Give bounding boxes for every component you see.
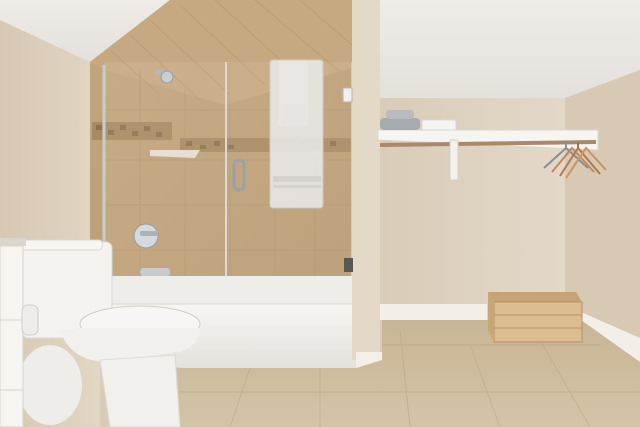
towel-icon	[269, 59, 324, 209]
ceiling-right	[380, 0, 640, 98]
light-switch-icon	[342, 87, 353, 103]
bathroom-illustration	[0, 0, 640, 427]
crate-icon	[488, 292, 583, 343]
partition-wall	[352, 0, 380, 360]
bathroom-photo	[0, 0, 640, 427]
waste-bin	[18, 345, 82, 425]
outlet-icon	[344, 258, 353, 272]
toilet-paper-icon	[21, 304, 39, 336]
closet-baseboard	[380, 304, 487, 320]
